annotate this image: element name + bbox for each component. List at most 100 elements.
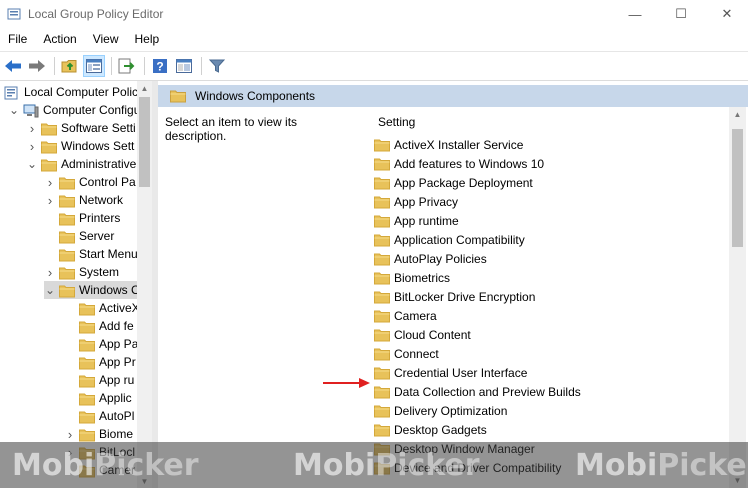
tree-item[interactable]: App Pa bbox=[64, 335, 138, 353]
list-scroll-thumb[interactable] bbox=[732, 129, 743, 247]
chevron-down-icon[interactable]: ⌄ bbox=[8, 104, 20, 116]
chevron-right-icon[interactable]: › bbox=[64, 427, 76, 442]
list-item[interactable]: App Privacy bbox=[374, 192, 458, 211]
watermark: MobiPicker bbox=[575, 448, 748, 483]
red-arrow-icon bbox=[323, 378, 370, 388]
tree-item[interactable]: Local Computer Polic bbox=[4, 83, 138, 101]
toolbar-separator bbox=[111, 56, 112, 75]
tree-item[interactable]: › Biome bbox=[64, 425, 133, 443]
list-item-label: Connect bbox=[394, 346, 439, 361]
tree-item[interactable]: › Software Setti bbox=[26, 119, 136, 137]
list-item[interactable]: App runtime bbox=[374, 211, 459, 230]
folder-icon bbox=[59, 194, 75, 207]
forward-button[interactable] bbox=[26, 55, 48, 77]
tree-item[interactable]: Printers bbox=[44, 209, 120, 227]
tree-item[interactable]: › Control Pa bbox=[44, 173, 136, 191]
chevron-right-icon[interactable]: › bbox=[26, 121, 38, 136]
tree-scroll-up-icon[interactable]: ▲ bbox=[137, 81, 152, 96]
list-item[interactable]: Data Collection and Preview Builds bbox=[374, 382, 581, 401]
menu-help[interactable]: Help bbox=[127, 29, 168, 49]
menu-action[interactable]: Action bbox=[35, 29, 84, 49]
chevron-right-icon[interactable]: › bbox=[26, 139, 38, 154]
folder-icon bbox=[41, 140, 57, 153]
chevron-down-icon[interactable]: ⌄ bbox=[44, 284, 56, 296]
column-header-setting[interactable]: Setting bbox=[378, 115, 415, 129]
tree-scroll-thumb[interactable] bbox=[139, 97, 150, 187]
tree-item[interactable]: Start Menu bbox=[44, 245, 138, 263]
list-item[interactable]: Desktop Gadgets bbox=[374, 420, 487, 439]
chevron-right-icon[interactable]: › bbox=[44, 193, 56, 208]
watermark: MobiPicker bbox=[293, 448, 480, 483]
tree-item[interactable]: › Network bbox=[44, 191, 123, 209]
tree-item[interactable]: AutoPl bbox=[64, 407, 134, 425]
chevron-right-icon[interactable]: › bbox=[44, 175, 56, 190]
menu-view[interactable]: View bbox=[85, 29, 127, 49]
chevron-down-icon[interactable]: ⌄ bbox=[26, 158, 38, 170]
folder-icon bbox=[374, 138, 390, 152]
list-item-label: App Privacy bbox=[394, 194, 459, 209]
list-item[interactable]: Credential User Interface bbox=[374, 363, 527, 382]
list-scrollbar[interactable]: ▲ ▼ bbox=[729, 107, 746, 488]
description-text: Select an item to view its description. bbox=[165, 115, 298, 143]
back-button[interactable] bbox=[2, 55, 24, 77]
folder-icon bbox=[374, 195, 390, 209]
list-item[interactable]: Delivery Optimization bbox=[374, 401, 507, 420]
export-list-button[interactable] bbox=[116, 55, 138, 77]
filter-button[interactable] bbox=[206, 55, 228, 77]
menu-file[interactable]: File bbox=[0, 29, 35, 49]
toolbar: ? bbox=[0, 51, 748, 79]
properties-icon bbox=[176, 58, 192, 73]
list-item[interactable]: Add features to Windows 10 bbox=[374, 154, 544, 173]
minimize-button[interactable]: — bbox=[612, 0, 658, 28]
list-item[interactable]: Application Compatibility bbox=[374, 230, 525, 249]
svg-text:?: ? bbox=[156, 59, 163, 73]
properties-button[interactable] bbox=[173, 55, 195, 77]
maximize-button[interactable]: ☐ bbox=[658, 0, 704, 28]
close-button[interactable]: ✕ bbox=[704, 0, 748, 28]
description-panel: Select an item to view its description. bbox=[158, 107, 361, 488]
tree-item-label: App ru bbox=[99, 373, 135, 387]
tree-item[interactable]: ⌄ Computer Configu bbox=[8, 101, 140, 119]
tree-scrollbar[interactable]: ▲ ▼ bbox=[137, 81, 152, 488]
menu-bar: File Action View Help bbox=[0, 29, 748, 49]
up-folder-icon bbox=[61, 59, 77, 72]
tree-item[interactable]: ⌄ Administrative bbox=[26, 155, 136, 173]
chevron-right-icon[interactable]: › bbox=[44, 265, 56, 280]
tree-item[interactable]: Applic bbox=[64, 389, 132, 407]
tree-item[interactable]: ⌄ Windows C bbox=[44, 281, 140, 299]
folder-icon bbox=[79, 338, 95, 351]
help-button[interactable]: ? bbox=[149, 55, 171, 77]
tree-item[interactable]: Add fe bbox=[64, 317, 134, 335]
folder-icon bbox=[374, 252, 390, 266]
watermark: MobiPicker bbox=[12, 448, 199, 483]
tree-item-label: Administrative bbox=[61, 157, 137, 171]
folder-icon bbox=[79, 410, 95, 423]
list-scroll-up-icon[interactable]: ▲ bbox=[729, 107, 746, 123]
list-item[interactable]: ActiveX Installer Service bbox=[374, 135, 523, 154]
list-item[interactable]: Cloud Content bbox=[374, 325, 471, 344]
tree-item[interactable]: ActiveX bbox=[64, 299, 140, 317]
list-item[interactable]: App Package Deployment bbox=[374, 173, 533, 192]
up-one-level-button[interactable] bbox=[59, 55, 81, 77]
show-hide-tree-button[interactable] bbox=[83, 54, 105, 77]
list-item[interactable]: Connect bbox=[374, 344, 439, 363]
list-item-label: Delivery Optimization bbox=[394, 403, 508, 418]
tree-item[interactable]: App Pr bbox=[64, 353, 136, 371]
list-item[interactable]: AutoPlay Policies bbox=[374, 249, 487, 268]
tree-item[interactable]: Server bbox=[44, 227, 114, 245]
list-item[interactable]: Biometrics bbox=[374, 268, 450, 287]
list-item[interactable]: Camera bbox=[374, 306, 437, 325]
list-item-label: Biometrics bbox=[394, 270, 451, 285]
tree-item[interactable]: › System bbox=[44, 263, 119, 281]
list-item-label: AutoPlay Policies bbox=[394, 251, 487, 266]
folder-icon bbox=[79, 320, 95, 333]
list-item[interactable]: BitLocker Drive Encryption bbox=[374, 287, 535, 306]
tree-item-label: Software Setti bbox=[61, 121, 136, 135]
tree-item-label: ActiveX bbox=[99, 301, 140, 315]
tree-item[interactable]: App ru bbox=[64, 371, 134, 389]
tree-item[interactable]: › Windows Sett bbox=[26, 137, 135, 155]
folder-icon bbox=[374, 271, 390, 285]
toolbar-separator bbox=[54, 56, 55, 75]
folder-icon bbox=[374, 290, 390, 304]
folder-icon bbox=[374, 214, 390, 228]
